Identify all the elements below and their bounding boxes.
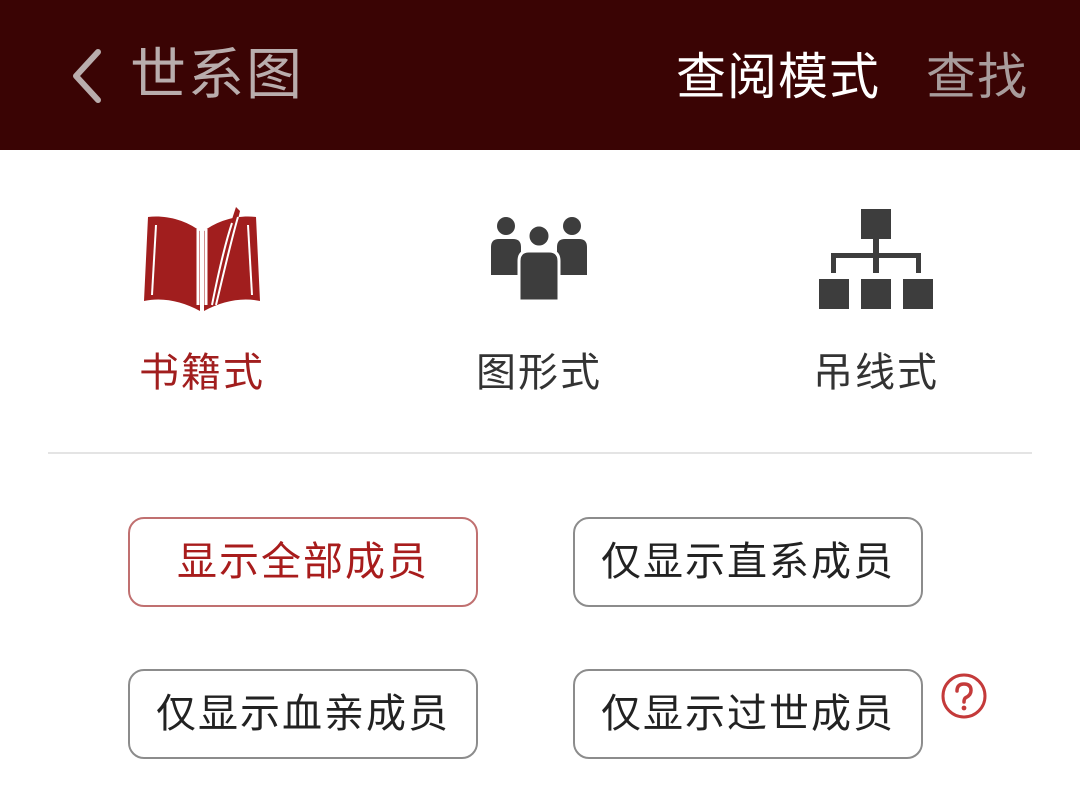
view-mode-title[interactable]: 查阅模式 xyxy=(676,42,880,112)
mode-graph-style[interactable]: 图形式 xyxy=(429,205,649,405)
mode-book-style[interactable]: 书籍式 xyxy=(92,205,312,405)
back-button[interactable]: 世系图 xyxy=(66,40,304,112)
show-deceased-members-button[interactable]: 仅显示过世成员 xyxy=(573,669,923,759)
org-chart-icon xyxy=(817,205,935,313)
people-group-icon xyxy=(489,205,589,305)
open-book-icon xyxy=(140,205,264,313)
mode-hanging-line-style-label: 吊线式 xyxy=(813,350,939,396)
mode-book-style-label: 书籍式 xyxy=(139,350,265,396)
family-tree-screen: 世系图 查阅模式 查找 书籍式 图形式 吊线式 显示全部成员 仅显示直系成员 仅… xyxy=(0,0,1080,806)
show-blood-relative-members-button[interactable]: 仅显示血亲成员 xyxy=(128,669,478,759)
show-direct-line-members-button[interactable]: 仅显示直系成员 xyxy=(573,517,923,607)
page-title: 世系图 xyxy=(130,43,304,108)
find-button[interactable]: 查找 xyxy=(926,42,1028,112)
top-bar: 世系图 查阅模式 查找 xyxy=(0,0,1080,150)
mode-graph-style-label: 图形式 xyxy=(476,350,602,396)
question-circle-icon[interactable] xyxy=(940,672,988,720)
mode-hanging-line-style[interactable]: 吊线式 xyxy=(766,205,986,405)
show-all-members-button[interactable]: 显示全部成员 xyxy=(128,517,478,607)
chevron-left-icon xyxy=(66,46,108,106)
section-divider xyxy=(48,452,1032,454)
